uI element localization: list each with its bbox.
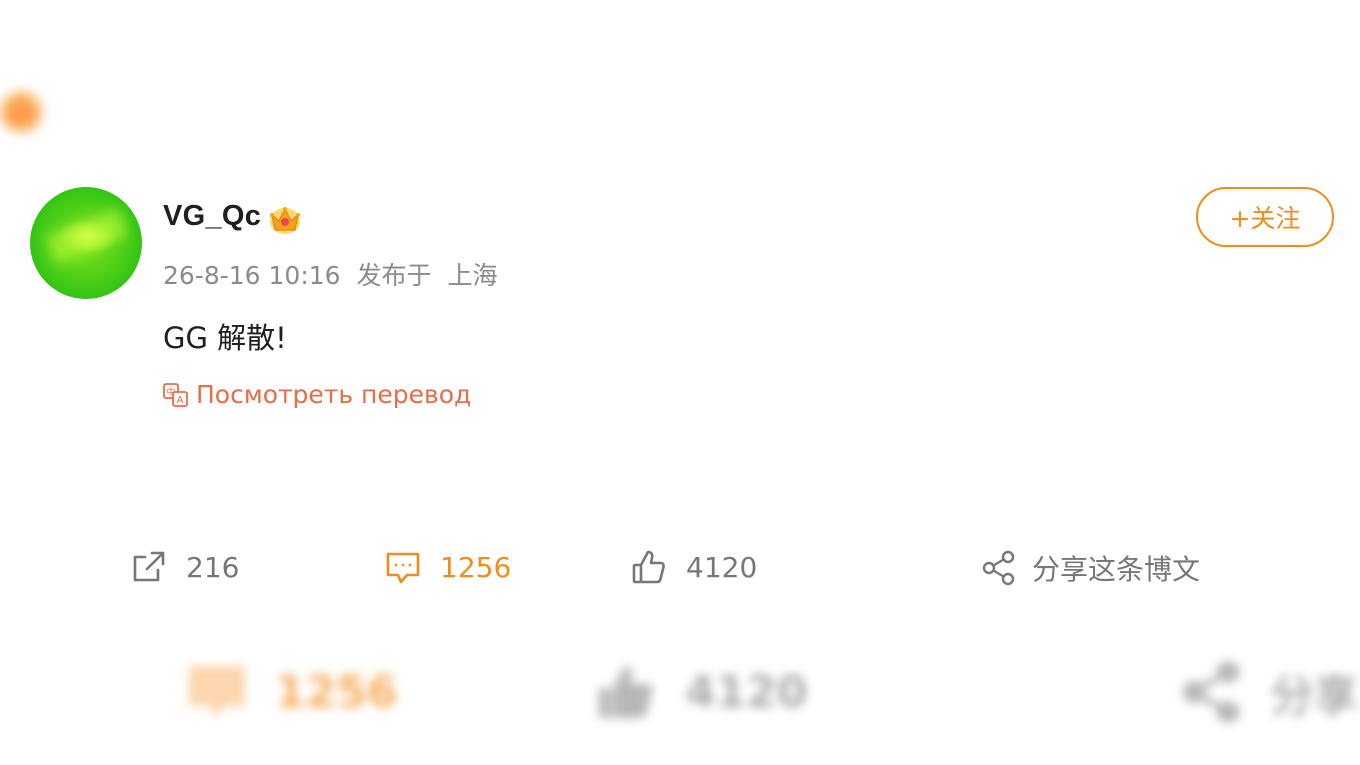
repost-count: 216 (186, 550, 240, 584)
like-count: 4120 (686, 550, 758, 584)
follow-button[interactable]: +关注 (1196, 187, 1334, 247)
share-button[interactable]: 分享这条博文 (980, 548, 1200, 588)
comment-count: 1256 (440, 550, 512, 584)
crown-icon (270, 207, 300, 234)
comment-icon (386, 552, 420, 584)
post-content: GG 解散! (163, 321, 287, 355)
blurred-thumbs-up-icon (599, 666, 653, 718)
blurred-share-label: 分享 (1270, 671, 1358, 722)
blurred-like: 4120 (595, 660, 807, 724)
translate-icon: 中 A (163, 382, 188, 407)
weibo-post-screen: VG_Qc 26-8-16 10:16 发布于 上海 GG 解散! 中 A По… (0, 0, 1360, 765)
repost-icon (133, 551, 165, 582)
username[interactable]: VG_Qc (163, 200, 261, 233)
blurred-share: 分享 (1180, 660, 1358, 724)
blurred-like-count: 4120 (685, 666, 808, 718)
post-meta: 26-8-16 10:16 发布于 上海 (163, 256, 498, 292)
translate-link[interactable]: 中 A Посмотреть перевод (162, 380, 471, 409)
blurred-comment: 1256 (185, 660, 397, 724)
blurred-crown-icon (1, 92, 41, 132)
post-date: 26-8-16 10:16 (163, 261, 341, 290)
thumbs-up-icon (632, 550, 665, 584)
blurred-action-bar: 1256 4120 分享 (0, 660, 1360, 740)
share-icon (982, 550, 1015, 586)
like-button[interactable]: 4120 (630, 548, 757, 586)
action-bar: 216 1256 4120 分享这条博文 (0, 548, 1360, 596)
translate-label: Посмотреть перевод (196, 380, 472, 409)
blurred-comment-count: 1256 (275, 666, 398, 718)
published-at-label: 发布于 (356, 261, 432, 290)
post-location: 上海 (447, 261, 498, 290)
repost-button[interactable]: 216 (130, 548, 239, 586)
comment-button[interactable]: 1256 (384, 548, 511, 586)
blurred-comment-icon (189, 666, 245, 718)
blurred-share-icon (1183, 661, 1239, 723)
avatar[interactable] (30, 187, 142, 299)
share-label: 分享这条博文 (1032, 553, 1201, 586)
svg-text:A: A (177, 395, 184, 406)
